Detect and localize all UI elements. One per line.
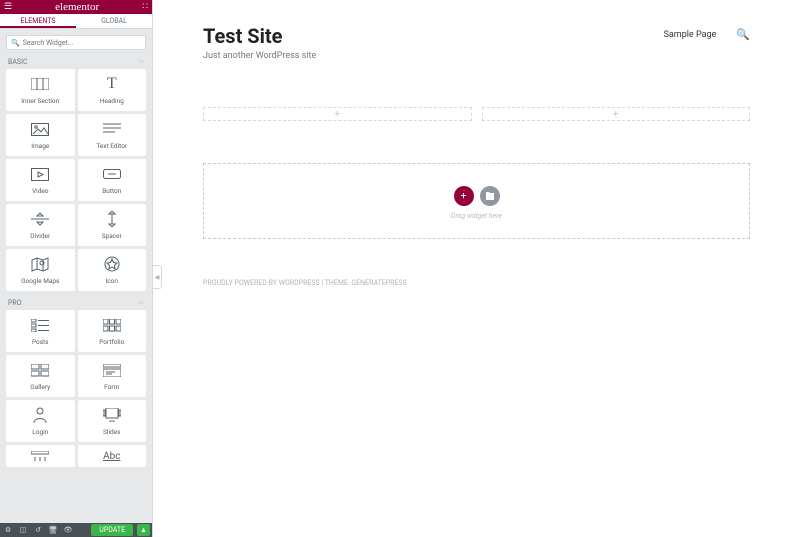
widget-label: Divider — [30, 232, 50, 240]
slides-icon — [103, 406, 121, 424]
preview-icon[interactable]: 👁 — [62, 526, 74, 534]
search-widget-box[interactable]: 🔍 — [6, 35, 146, 50]
footer-text: PROUDLY POWERED BY WORDPRESS — [203, 279, 320, 287]
widget-image[interactable]: Image — [6, 114, 75, 156]
add-template-button[interactable] — [480, 186, 500, 206]
update-options-button[interactable]: ▲ — [137, 524, 150, 536]
menu-icon[interactable]: ☰ — [4, 2, 12, 12]
widget-label: Login — [32, 428, 48, 436]
map-icon — [31, 255, 49, 273]
button-icon — [103, 165, 121, 183]
widget-label: Slides — [103, 428, 121, 436]
widget-label: Posts — [32, 338, 49, 346]
widget-gallery[interactable]: Gallery — [6, 355, 75, 397]
site-footer: PROUDLY POWERED BY WORDPRESS | THEME: GE… — [203, 279, 750, 287]
brand-logo: elementor — [55, 1, 99, 13]
section-pro-label: PRO — [8, 299, 22, 307]
widget-label: Icon — [106, 277, 118, 285]
widget-slides[interactable]: Slides — [78, 400, 147, 442]
video-icon — [31, 165, 49, 183]
panel-topbar: ☰ elementor ∷ — [0, 0, 152, 14]
search-icon: 🔍 — [11, 39, 20, 47]
widget-animated-headline[interactable]: Abc — [78, 445, 147, 467]
widget-label: Gallery — [30, 383, 50, 391]
widget-form[interactable]: Form — [78, 355, 147, 397]
basic-widgets-grid: Inner Section T Heading Image Text Editor… — [0, 69, 152, 295]
widget-label: Inner Section — [21, 97, 59, 105]
empty-column-2[interactable]: + — [482, 107, 751, 121]
chevron-down-icon: ⌵ — [139, 298, 144, 307]
section-basic-header[interactable]: BASIC ⌵ — [0, 54, 152, 69]
settings-icon[interactable]: ⚙ — [2, 526, 14, 534]
drag-hint-text: Drag widget here — [451, 212, 502, 220]
section-basic-label: BASIC — [8, 58, 28, 66]
widgets-scroll[interactable]: BASIC ⌵ Inner Section T Heading Image Tex… — [0, 54, 152, 523]
search-input[interactable] — [23, 39, 141, 47]
nav-link-sample[interactable]: Sample Page — [664, 30, 717, 40]
heading-icon: T — [107, 75, 117, 93]
widget-button[interactable]: Button — [78, 159, 147, 201]
widget-label: Video — [32, 187, 49, 195]
editor-canvas[interactable]: Test Site Just another WordPress site Sa… — [153, 0, 800, 537]
widget-login[interactable]: Login — [6, 400, 75, 442]
elementor-panel: ☰ elementor ∷ ELEMENTS GLOBAL 🔍 BASIC ⌵ … — [0, 0, 153, 537]
widget-label: Button — [102, 187, 121, 195]
widget-label: Image — [31, 142, 49, 150]
animated-headline-icon: Abc — [103, 447, 120, 465]
add-section-dropzone[interactable]: + Drag widget here — [203, 163, 750, 239]
add-section-button[interactable]: + — [454, 186, 474, 206]
spacer-icon — [105, 210, 119, 228]
widget-nav-menu[interactable] — [6, 445, 75, 467]
widget-label: Portfolio — [99, 338, 124, 346]
widget-text-editor[interactable]: Text Editor — [78, 114, 147, 156]
widget-google-maps[interactable]: Google Maps — [6, 249, 75, 291]
widget-inner-section[interactable]: Inner Section — [6, 69, 75, 111]
empty-column-1[interactable]: + — [203, 107, 472, 121]
widget-icon[interactable]: Icon — [78, 249, 147, 291]
site-search-icon[interactable]: 🔍 — [736, 28, 750, 41]
nav-menu-icon — [31, 447, 49, 465]
update-button[interactable]: UPDATE — [91, 524, 133, 536]
site-header: Test Site Just another WordPress site Sa… — [203, 24, 750, 61]
apps-icon[interactable]: ∷ — [142, 2, 148, 12]
image-icon — [31, 120, 49, 138]
widget-label: Heading — [100, 97, 124, 105]
form-icon — [103, 361, 121, 379]
widget-label: Spacer — [102, 232, 122, 240]
history-icon[interactable]: ↺ — [32, 526, 44, 534]
widget-label: Form — [104, 383, 119, 391]
widget-label: Google Maps — [21, 277, 59, 285]
pro-widgets-grid: Posts Portfolio Gallery Form Login Slide… — [0, 310, 152, 471]
posts-icon — [31, 316, 49, 334]
tab-global[interactable]: GLOBAL — [76, 14, 152, 28]
portfolio-icon — [103, 316, 121, 334]
widget-divider[interactable]: Divider — [6, 204, 75, 246]
widget-video[interactable]: Video — [6, 159, 75, 201]
responsive-icon[interactable]: 🖥 — [47, 526, 59, 534]
widget-label: Text Editor — [96, 142, 127, 150]
site-title: Test Site — [203, 24, 316, 48]
plus-icon: + — [334, 109, 340, 120]
gallery-icon — [31, 361, 49, 379]
columns-icon — [31, 75, 49, 93]
chevron-down-icon: ⌵ — [139, 57, 144, 66]
panel-tabs: ELEMENTS GLOBAL — [0, 14, 152, 29]
widget-heading[interactable]: T Heading — [78, 69, 147, 111]
login-icon — [33, 406, 47, 424]
panel-bottombar: ⚙ ◫ ↺ 🖥 👁 UPDATE ▲ — [0, 523, 152, 537]
empty-columns-row: + + — [203, 107, 750, 121]
widget-spacer[interactable]: Spacer — [78, 204, 147, 246]
divider-icon — [31, 210, 49, 228]
star-icon — [104, 255, 120, 273]
plus-icon: + — [613, 109, 619, 120]
widget-portfolio[interactable]: Portfolio — [78, 310, 147, 352]
site-tagline: Just another WordPress site — [203, 51, 316, 61]
navigator-icon[interactable]: ◫ — [17, 526, 29, 534]
tab-elements[interactable]: ELEMENTS — [0, 14, 76, 28]
text-editor-icon — [103, 120, 121, 138]
panel-collapse-handle[interactable]: ◀ — [153, 265, 162, 289]
site-preview: Test Site Just another WordPress site Sa… — [153, 0, 800, 297]
widget-posts[interactable]: Posts — [6, 310, 75, 352]
section-pro-header[interactable]: PRO ⌵ — [0, 295, 152, 310]
